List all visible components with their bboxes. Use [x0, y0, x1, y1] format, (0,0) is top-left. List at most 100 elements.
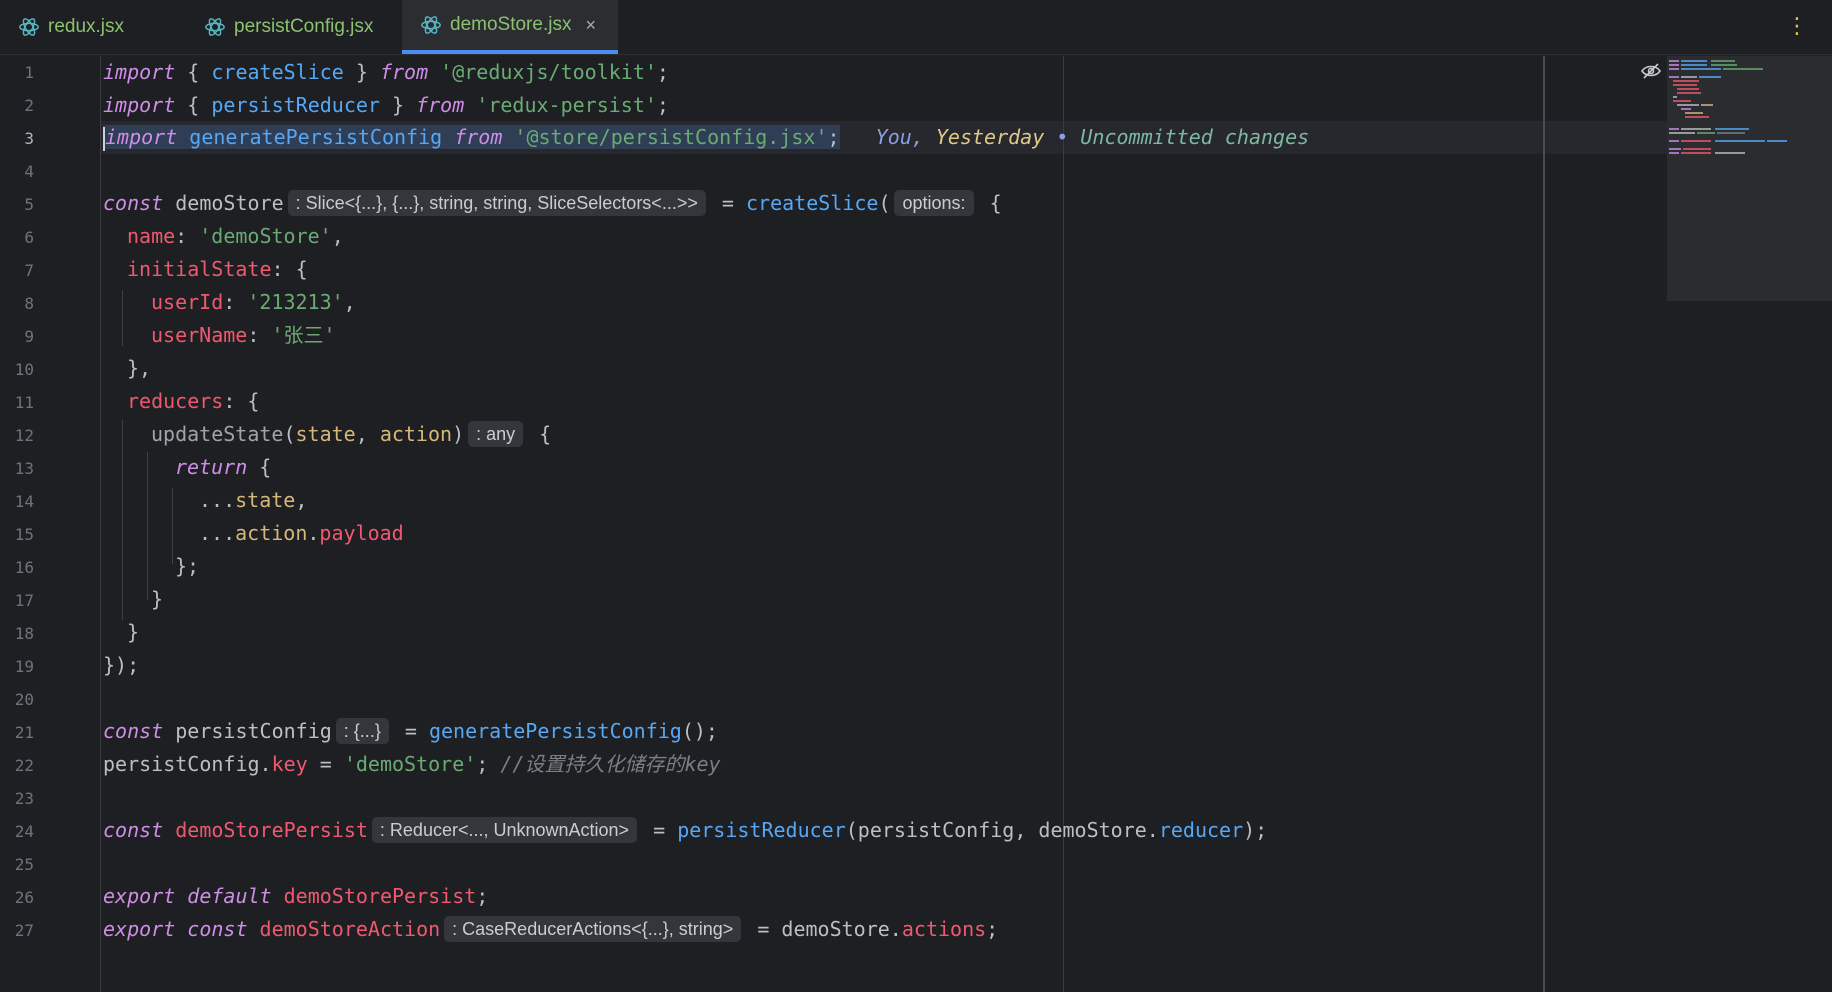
code-line-19[interactable]: }); — [103, 649, 139, 682]
code-line-14[interactable]: ...state, — [199, 484, 307, 517]
code-line-21[interactable]: const persistConfig: {...} = generatePer… — [103, 715, 718, 748]
arguments: (persistConfig, demoStore. — [845, 818, 1159, 842]
code-line-1[interactable]: import { createSlice } from '@reduxjs/to… — [103, 56, 669, 89]
code-line-10[interactable]: }, — [127, 352, 151, 385]
tab-demostore-jsx[interactable]: demoStore.jsx × — [402, 0, 618, 54]
more-options-icon[interactable]: ⋮ — [1786, 14, 1808, 39]
punct: ; — [476, 884, 489, 908]
code-line-16[interactable]: }; — [175, 550, 199, 583]
tab-redux-jsx[interactable]: redux.jsx — [0, 0, 186, 54]
minimap-stroke — [1669, 148, 1681, 150]
react-icon — [19, 18, 39, 36]
line-number: 6 — [24, 228, 34, 247]
parameter-hint: options: — [894, 189, 974, 216]
punct: , — [331, 224, 344, 248]
minimap-stroke — [1697, 132, 1715, 134]
code-line-27[interactable]: export const demoStoreAction: CaseReduce… — [103, 913, 998, 946]
punct: ; — [656, 93, 669, 117]
punct: { — [187, 93, 212, 117]
line-number: 22 — [14, 756, 34, 775]
react-icon — [421, 16, 441, 34]
eye-off-icon — [1641, 63, 1661, 79]
code-line-26[interactable]: export default demoStorePersist; — [103, 880, 488, 913]
code-line-18[interactable]: } — [127, 616, 139, 649]
minimap-stroke — [1673, 96, 1677, 98]
blame-sep: • — [1044, 125, 1081, 149]
punct: = — [709, 191, 746, 215]
minimap-stroke — [1683, 148, 1711, 150]
tab-label: persistConfig.jsx — [234, 16, 374, 37]
blame-date: Yesterday — [935, 125, 1045, 149]
minimap-stroke — [1715, 140, 1765, 142]
keyword: import — [103, 93, 176, 117]
code-line-17[interactable]: } — [151, 583, 163, 616]
indent-guide — [172, 488, 173, 564]
function-call: generatePersistConfig — [428, 719, 682, 743]
tab-label: demoStore.jsx — [450, 14, 572, 35]
minimap-stroke — [1677, 92, 1701, 94]
minimap-stroke — [1681, 60, 1707, 62]
close-icon[interactable]: × — [585, 15, 596, 36]
type-hint: : any — [468, 420, 524, 447]
punct: : { — [223, 389, 260, 413]
parameter: state — [295, 422, 356, 446]
line-number: 24 — [14, 822, 34, 841]
react-icon — [205, 18, 225, 36]
code-line-13[interactable]: return { — [175, 451, 271, 484]
identifier: persistConfig — [103, 752, 260, 776]
code-line-6[interactable]: name: 'demoStore', — [127, 220, 344, 253]
keyword: import — [103, 60, 176, 84]
line-number: 1 — [24, 63, 34, 82]
string: '@reduxjs/toolkit' — [428, 60, 657, 84]
code-line-24[interactable]: const demoStorePersist: Reducer<..., Unk… — [103, 814, 1267, 847]
keyword: from — [379, 60, 429, 84]
minimap-stroke — [1669, 76, 1679, 78]
code-line-3[interactable]: import generatePersistConfig from '@stor… — [103, 121, 1309, 154]
line-number: 18 — [14, 624, 34, 643]
punct: ); — [1243, 818, 1268, 842]
minimap-stroke — [1669, 128, 1679, 130]
keyword: const — [103, 191, 164, 215]
code-line-15[interactable]: ...action.payload — [199, 517, 404, 550]
code-line-7[interactable]: initialState: { — [127, 253, 308, 286]
property: userName — [151, 323, 248, 347]
string: '@store/persistConfig.jsx' — [502, 125, 828, 149]
identifier: persistReducer — [211, 93, 380, 117]
code-line-5[interactable]: const demoStore: Slice<{...}, {...}, str… — [103, 187, 1002, 220]
code-line-8[interactable]: userId: '213213', — [151, 286, 356, 319]
line-number: 13 — [14, 459, 34, 478]
line-number: 20 — [14, 690, 34, 709]
string: '213213' — [247, 290, 344, 314]
code-line-22[interactable]: persistConfig.key = 'demoStore'; //设置持久化… — [103, 748, 721, 781]
reader-mode-icon[interactable] — [1640, 62, 1662, 85]
punct: : — [247, 323, 272, 347]
identifier: persistConfig — [163, 719, 332, 743]
code-line-11[interactable]: reducers: { — [127, 385, 259, 418]
identifier: demoStorePersist — [163, 818, 368, 842]
punct: ; — [827, 125, 840, 149]
minimap-stroke — [1669, 60, 1679, 62]
blame-author: You, — [875, 125, 936, 149]
indent-guide — [122, 290, 123, 346]
minimap-stroke — [1701, 104, 1713, 106]
code-line-9[interactable]: userName: '张三' — [151, 319, 336, 352]
right-margin-guide — [1063, 56, 1064, 992]
keyword: from — [416, 93, 465, 117]
punct: = demoStore. — [745, 917, 902, 941]
minimap-stroke — [1685, 112, 1703, 114]
editor-tab-bar: redux.jsx persistConfig.jsx demoStore.js… — [0, 0, 1832, 55]
minimap-stroke — [1685, 116, 1709, 118]
punct: . — [307, 521, 320, 545]
minimap-stroke — [1673, 84, 1697, 86]
git-blame-annotation[interactable]: You, Yesterday • Uncommitted changes — [876, 125, 1310, 149]
code-line-2[interactable]: import { persistReducer } from 'redux-pe… — [103, 89, 669, 122]
minimap[interactable] — [1667, 56, 1832, 301]
string: 'demoStore' — [343, 752, 477, 776]
tab-persistconfig-jsx[interactable]: persistConfig.jsx — [186, 0, 400, 54]
line-number-gutter: 1 2 3 4 5 6 7 8 9 10 11 12 13 14 15 16 17 18 19 20 21 22 23 24 2… — [0, 56, 100, 992]
keyword: const — [175, 917, 248, 941]
code-line-12[interactable]: updateState(state, action): any { — [151, 418, 551, 451]
line-number: 17 — [14, 591, 34, 610]
minimap-stroke — [1681, 64, 1707, 66]
indent-guide — [147, 452, 148, 600]
